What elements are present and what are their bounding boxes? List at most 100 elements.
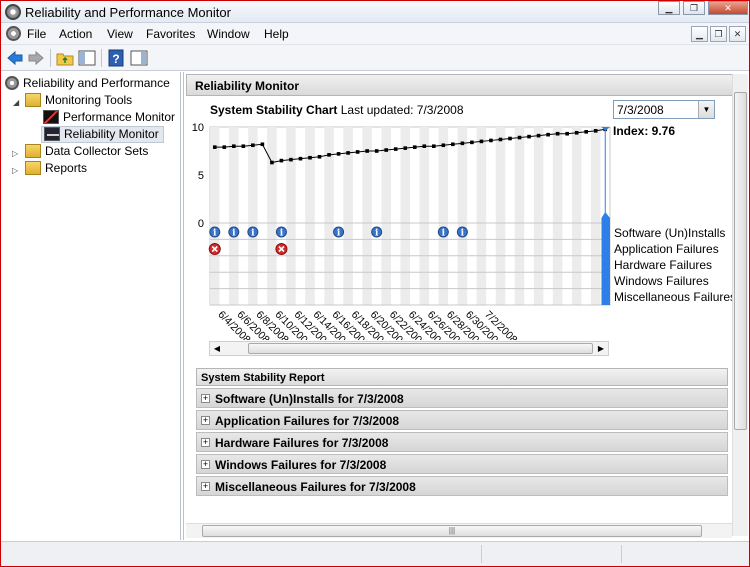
tree-item-reliability-monitor[interactable]: Reliability Monitor <box>41 126 164 143</box>
report-row-label: Software (Un)Installs for 7/3/2008 <box>215 392 404 406</box>
close-button[interactable]: ✕ <box>708 1 748 15</box>
status-pane <box>621 545 622 563</box>
expand-plus-icon[interactable]: + <box>201 394 210 403</box>
tree-item-monitoring-tools[interactable]: Monitoring Tools <box>25 93 132 110</box>
scroll-thumb[interactable] <box>248 343 593 354</box>
report-row-software-installs[interactable]: + Software (Un)Installs for 7/3/2008 <box>196 388 728 408</box>
toolbar-separator <box>50 49 51 67</box>
expand-plus-icon[interactable]: + <box>201 416 210 425</box>
report-row-windows-failures[interactable]: + Windows Failures for 7/3/2008 <box>196 454 728 474</box>
data-point <box>222 145 227 149</box>
status-pane <box>481 545 482 563</box>
menu-favorites[interactable]: Favorites <box>146 27 195 41</box>
expand-plus-icon[interactable]: + <box>201 438 210 447</box>
row-label-software-installs: Software (Un)Installs <box>614 226 726 240</box>
mdi-close-button[interactable]: ✕ <box>729 26 746 42</box>
up-folder-icon[interactable] <box>56 49 74 67</box>
back-arrow-icon[interactable] <box>6 49 24 67</box>
system-menu-icon[interactable] <box>6 26 21 41</box>
help-icon[interactable]: ? <box>107 49 125 67</box>
tree-item-reliability-and-performance[interactable]: Reliability and Performance <box>5 76 170 93</box>
status-bar <box>1 541 749 566</box>
row-label-hardware-failures: Hardware Failures <box>614 258 713 272</box>
data-point <box>232 144 236 148</box>
day-band <box>476 127 487 305</box>
day-band <box>590 127 601 305</box>
expand-plus-icon[interactable]: + <box>201 482 210 491</box>
scroll-thumb[interactable] <box>734 92 747 430</box>
day-band <box>400 127 410 305</box>
data-point <box>251 143 255 148</box>
pane-vertical-scrollbar[interactable] <box>732 74 748 536</box>
title-bar: Reliability and Performance Monitor ▁ ❐ … <box>1 1 749 23</box>
monitoring-tools-folder-icon <box>25 93 41 107</box>
mdi-restore-button[interactable]: ❐ <box>710 26 727 42</box>
day-band <box>286 127 296 305</box>
information-icon: i <box>232 229 236 239</box>
data-point <box>489 138 493 143</box>
data-point <box>479 139 484 144</box>
collapse-arrow-icon[interactable]: ◢ <box>13 98 19 107</box>
menu-window[interactable]: Window <box>207 27 250 41</box>
row-label-application-failures: Application Failures <box>614 242 719 256</box>
chart-horizontal-scrollbar[interactable]: ◀ ▶ <box>209 341 609 356</box>
day-band <box>552 127 563 305</box>
information-icon: i <box>280 229 284 239</box>
data-point <box>317 154 322 159</box>
reliability-gauge-icon <box>5 76 19 90</box>
date-dropdown[interactable]: 7/3/2008 ▼ <box>613 100 715 119</box>
menu-action[interactable]: Action <box>59 27 92 41</box>
reliability-chart-icon <box>44 127 60 141</box>
report-row-label: Application Failures for 7/3/2008 <box>215 414 400 428</box>
report-row-hardware-failures[interactable]: + Hardware Failures for 7/3/2008 <box>196 432 728 452</box>
maximize-button[interactable]: ❐ <box>683 1 705 15</box>
show-hide-action-pane-icon[interactable] <box>130 49 148 67</box>
data-point <box>289 157 293 162</box>
menu-view[interactable]: View <box>107 27 133 41</box>
tree-item-data-collector-sets[interactable]: Data Collector Sets <box>25 144 148 161</box>
expand-plus-icon[interactable]: + <box>201 460 210 469</box>
data-point <box>279 158 284 163</box>
expand-arrow-icon[interactable]: ▷ <box>12 166 18 175</box>
minimize-button[interactable]: ▁ <box>658 1 680 15</box>
reports-folder-icon <box>25 161 41 175</box>
report-row-miscellaneous-failures[interactable]: + Miscellaneous Failures for 7/3/2008 <box>196 476 728 496</box>
pane-horizontal-scrollbar[interactable]: ||| <box>186 523 732 538</box>
tree-item-performance-monitor[interactable]: Performance Monitor <box>43 110 175 127</box>
data-point <box>270 160 274 165</box>
tree-item-label: Reliability and Performance <box>23 76 170 90</box>
day-band <box>495 127 506 305</box>
date-dropdown-value: 7/3/2008 <box>617 103 664 117</box>
data-point <box>336 152 341 156</box>
expand-arrow-icon[interactable]: ▷ <box>12 149 18 158</box>
scroll-left-icon[interactable]: ◀ <box>210 342 224 355</box>
data-point <box>365 149 369 153</box>
menu-file[interactable]: File <box>27 27 46 41</box>
toolbar: ? <box>1 45 749 71</box>
show-hide-console-tree-icon[interactable] <box>78 49 96 67</box>
menu-help[interactable]: Help <box>264 27 289 41</box>
data-point <box>441 143 446 148</box>
menu-bar: File Action View Favorites Window Help ▁… <box>1 23 749 45</box>
data-point <box>355 150 360 154</box>
scroll-thumb[interactable]: ||| <box>202 525 702 537</box>
window-title: Reliability and Performance Monitor <box>25 5 231 20</box>
day-band <box>438 127 449 305</box>
tree-item-label: Reliability Monitor <box>64 127 159 141</box>
stability-chart[interactable]: 1050i i i i i i i i6/4/20086/6/20086/8/20086/10… <box>184 72 614 340</box>
mdi-minimize-button[interactable]: ▁ <box>691 26 708 42</box>
forward-arrow-icon[interactable] <box>27 49 45 67</box>
tree-item-reports[interactable]: Reports <box>25 161 87 178</box>
information-icon: i <box>213 229 217 239</box>
day-band <box>419 127 430 305</box>
selected-day-marker <box>601 218 610 305</box>
tree-item-label: Reports <box>45 161 88 175</box>
scroll-right-icon[interactable]: ▶ <box>594 342 608 355</box>
tree-item-label: Data Collector Sets <box>45 144 149 158</box>
app-icon <box>5 4 21 20</box>
report-row-application-failures[interactable]: + Application Failures for 7/3/2008 <box>196 410 728 430</box>
chevron-down-icon[interactable]: ▼ <box>698 101 714 118</box>
y-tick-label: 10 <box>192 122 204 134</box>
data-point <box>565 131 569 136</box>
day-band <box>229 127 239 305</box>
